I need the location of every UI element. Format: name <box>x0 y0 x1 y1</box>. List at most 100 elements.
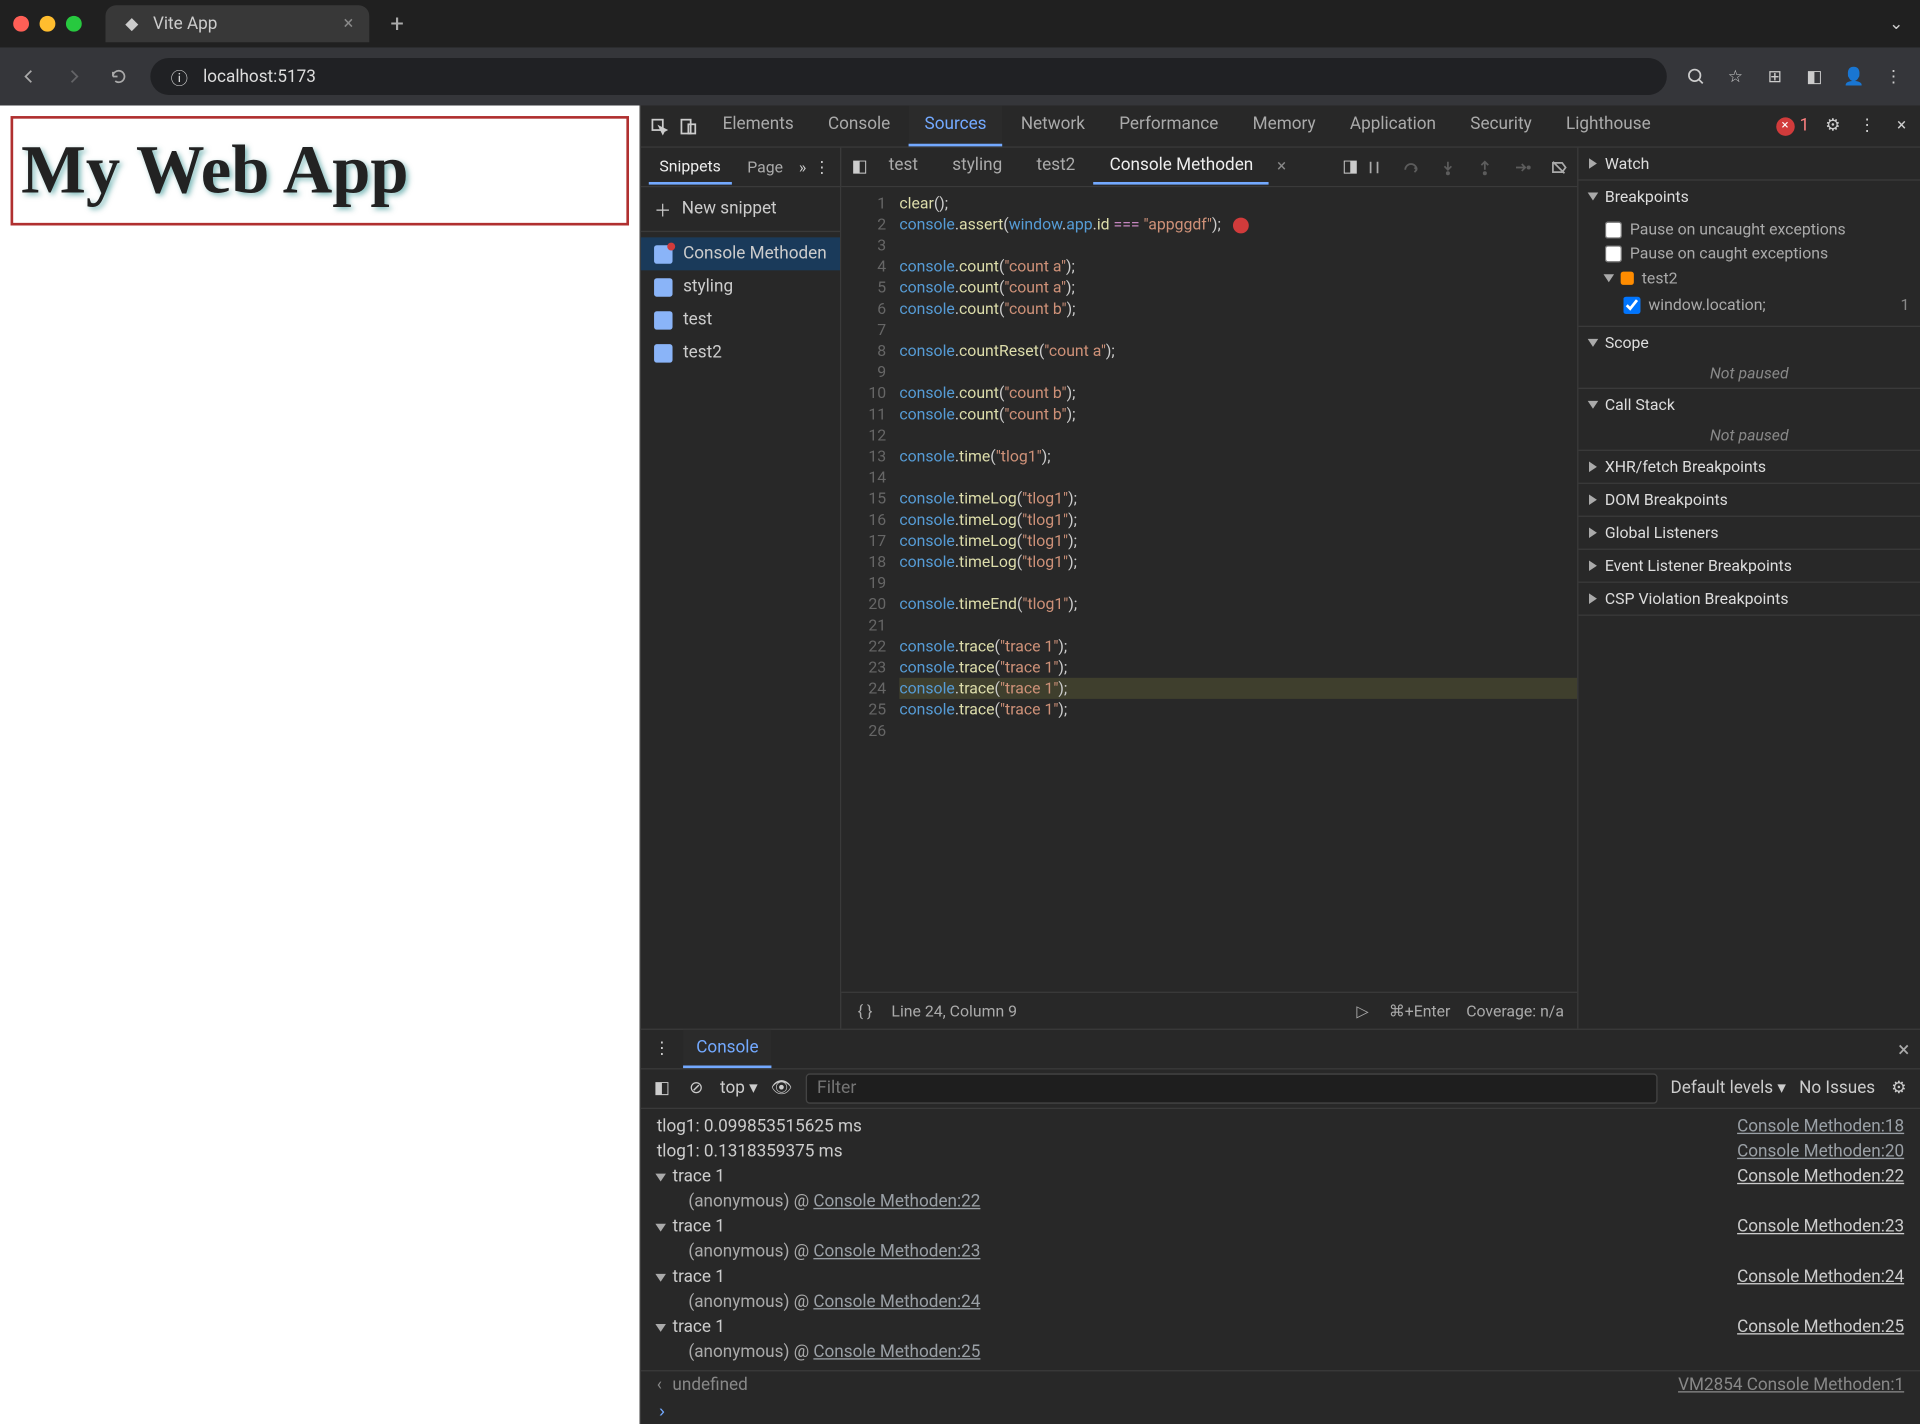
code-line[interactable] <box>899 361 1577 382</box>
code-line[interactable]: console.timeLog("tlog1"); <box>899 551 1577 572</box>
code-line[interactable] <box>899 720 1577 741</box>
watch-section[interactable]: Watch <box>1578 148 1920 180</box>
code-line[interactable] <box>899 319 1577 340</box>
snippets-tab[interactable]: Snippets <box>649 150 732 184</box>
zoom-icon[interactable] <box>1685 66 1706 87</box>
pause-uncaught-checkbox[interactable]: Pause on uncaught exceptions <box>1605 218 1910 242</box>
devtools-tab-security[interactable]: Security <box>1454 105 1547 146</box>
expand-trace-icon[interactable] <box>655 1223 666 1231</box>
code-line[interactable]: console.timeLog("tlog1"); <box>899 488 1577 509</box>
close-tab-icon[interactable]: × <box>344 13 354 34</box>
stack-link[interactable]: Console Methoden:24 <box>813 1292 980 1312</box>
minimize-window-icon[interactable] <box>40 16 56 32</box>
devtools-tab-network[interactable]: Network <box>1005 105 1101 146</box>
close-drawer-icon[interactable]: × <box>1898 1036 1909 1061</box>
code-line[interactable]: console.count("count a"); <box>899 256 1577 277</box>
editor-tab[interactable]: test2 <box>1021 149 1091 185</box>
snippet-item[interactable]: Console Methoden <box>641 237 840 270</box>
devtools-tab-memory[interactable]: Memory <box>1237 105 1332 146</box>
scope-section[interactable]: Scope <box>1578 327 1920 359</box>
step-into-icon[interactable] <box>1437 156 1458 177</box>
return-source-link[interactable]: VM2854 Console Methoden:1 <box>1678 1375 1904 1395</box>
step-over-icon[interactable] <box>1400 156 1421 177</box>
breakpoints-section[interactable]: Breakpoints <box>1578 181 1920 213</box>
issues-button[interactable]: No Issues <box>1799 1079 1875 1099</box>
code-line[interactable]: console.countReset("count a"); <box>899 340 1577 361</box>
callstack-section[interactable]: Call Stack <box>1578 389 1920 421</box>
expand-trace-icon[interactable] <box>655 1273 666 1281</box>
expand-trace-icon[interactable] <box>655 1173 666 1181</box>
step-icon[interactable] <box>1511 156 1532 177</box>
device-toggle-icon[interactable] <box>678 115 699 136</box>
console-settings-icon[interactable]: ⚙ <box>1888 1078 1909 1099</box>
code-line[interactable]: console.trace("trace 1"); <box>899 699 1577 720</box>
toggle-sidebar-icon[interactable]: ◧ <box>651 1078 672 1099</box>
editor-tab[interactable]: styling <box>936 149 1018 185</box>
run-snippet-icon[interactable]: ▷ <box>1352 1000 1373 1021</box>
close-devtools-icon[interactable]: × <box>1891 115 1912 136</box>
live-expression-icon[interactable]: 👁 <box>771 1078 792 1099</box>
code-line[interactable] <box>899 425 1577 446</box>
editor-tab[interactable]: test <box>873 149 934 185</box>
code-line[interactable]: console.trace("trace 1"); <box>899 678 1577 699</box>
snippet-item[interactable]: test <box>641 303 840 336</box>
code-line[interactable]: console.count("count b"); <box>899 404 1577 425</box>
stack-link[interactable]: Console Methoden:23 <box>813 1242 980 1262</box>
more-icon[interactable]: ⋮ <box>1857 115 1878 136</box>
trace-source-link[interactable]: Console Methoden:25 <box>1737 1317 1904 1337</box>
url-input[interactable]: ⓘ localhost:5173 <box>150 58 1666 95</box>
code-line[interactable]: clear(); <box>899 193 1577 214</box>
csp-breakpoints-section[interactable]: CSP Violation Breakpoints <box>1578 583 1920 615</box>
inspect-element-icon[interactable] <box>649 115 670 136</box>
devtools-tab-elements[interactable]: Elements <box>707 105 810 146</box>
back-button[interactable] <box>16 63 42 89</box>
pause-caught-checkbox[interactable]: Pause on caught exceptions <box>1605 241 1910 265</box>
execution-context[interactable]: top ▾ <box>720 1079 758 1099</box>
page-tab[interactable]: Page <box>737 151 794 183</box>
log-source-link[interactable]: Console Methoden:18 <box>1737 1117 1904 1137</box>
close-window-icon[interactable] <box>13 16 29 32</box>
step-out-icon[interactable] <box>1474 156 1495 177</box>
devtools-tab-console[interactable]: Console <box>812 105 906 146</box>
drawer-menu-icon[interactable]: ⋮ <box>651 1038 672 1059</box>
devtools-tab-performance[interactable]: Performance <box>1103 105 1234 146</box>
close-editor-tab-icon[interactable]: × <box>1277 157 1286 177</box>
stack-link[interactable]: Console Methoden:25 <box>813 1342 980 1362</box>
profile-icon[interactable]: 👤 <box>1844 66 1865 87</box>
code-line[interactable]: console.assert(window.app.id === "appggd… <box>899 214 1577 235</box>
snippet-item[interactable]: styling <box>641 270 840 303</box>
code-editor[interactable]: 1234567891011121314151617181920212223242… <box>841 187 1577 991</box>
log-levels-dropdown[interactable]: Default levels ▾ <box>1671 1079 1786 1099</box>
devtools-tab-lighthouse[interactable]: Lighthouse <box>1550 105 1666 146</box>
toggle-debugger-icon[interactable]: ◨ <box>1340 156 1361 177</box>
dom-breakpoints-section[interactable]: DOM Breakpoints <box>1578 484 1920 516</box>
tab-overflow-icon[interactable]: ⌄ <box>1886 13 1907 34</box>
trace-source-link[interactable]: Console Methoden:24 <box>1737 1267 1904 1287</box>
clear-console-icon[interactable]: ⊘ <box>686 1078 707 1099</box>
code-line[interactable] <box>899 615 1577 636</box>
global-listeners-section[interactable]: Global Listeners <box>1578 517 1920 549</box>
fullscreen-window-icon[interactable] <box>66 16 82 32</box>
side-panel-icon[interactable]: ◧ <box>1804 66 1825 87</box>
extensions-icon[interactable]: ⊞ <box>1764 66 1785 87</box>
stack-link[interactable]: Console Methoden:22 <box>813 1192 980 1212</box>
editor-tab[interactable]: Console Methoden <box>1094 149 1269 185</box>
navigator-menu-icon[interactable]: ⋮ <box>812 156 833 177</box>
bookmark-icon[interactable]: ☆ <box>1725 66 1746 87</box>
trace-source-link[interactable]: Console Methoden:22 <box>1737 1167 1904 1187</box>
toggle-navigator-icon[interactable]: ◧ <box>849 156 870 177</box>
code-line[interactable]: console.timeLog("tlog1"); <box>899 530 1577 551</box>
code-line[interactable]: console.trace("trace 1"); <box>899 657 1577 678</box>
devtools-tab-application[interactable]: Application <box>1334 105 1452 146</box>
console-prompt[interactable]: › <box>641 1399 1920 1424</box>
code-line[interactable]: console.count("count b"); <box>899 382 1577 403</box>
reload-button[interactable] <box>105 63 131 89</box>
pause-icon[interactable] <box>1364 156 1385 177</box>
trace-source-link[interactable]: Console Methoden:23 <box>1737 1217 1904 1237</box>
code-line[interactable]: console.count("count b"); <box>899 298 1577 319</box>
format-icon[interactable]: { } <box>855 1000 876 1021</box>
expand-trace-icon[interactable] <box>655 1323 666 1331</box>
code-line[interactable]: console.count("count a"); <box>899 277 1577 298</box>
new-snippet-button[interactable]: ＋ New snippet <box>641 187 840 232</box>
event-breakpoints-section[interactable]: Event Listener Breakpoints <box>1578 550 1920 582</box>
